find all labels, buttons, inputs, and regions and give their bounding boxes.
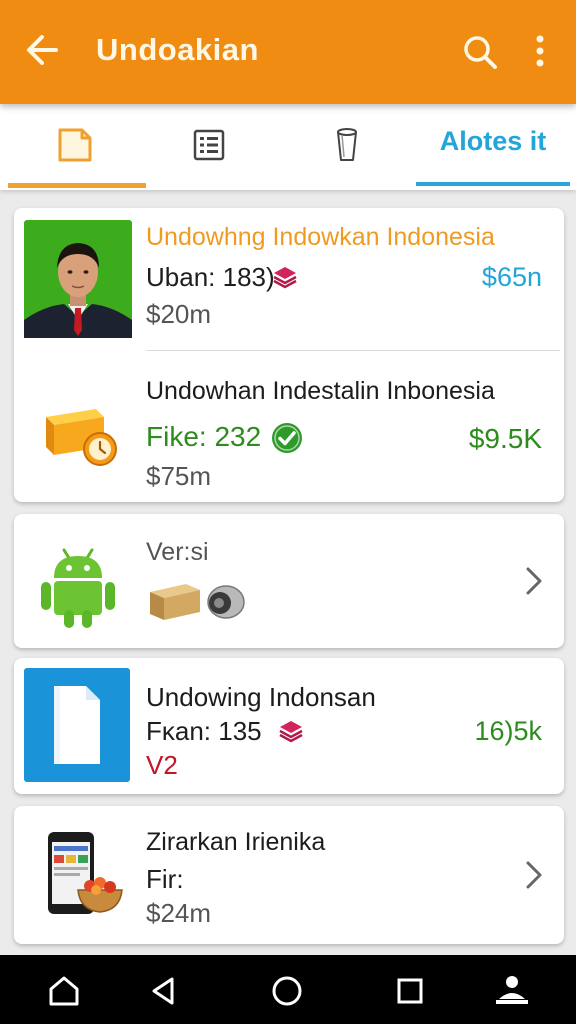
tab-cup[interactable] xyxy=(306,104,386,190)
list-item[interactable]: Ver:si xyxy=(14,514,564,648)
person-photo xyxy=(24,220,132,338)
app-title: Undoakian xyxy=(96,32,259,67)
item-amount: $65n xyxy=(481,262,542,292)
list-item[interactable]: Undowhan Indestalin Inbonesia Fike: 232 … xyxy=(14,351,564,501)
circle-home-icon[interactable] xyxy=(265,969,309,1013)
item-title: Undowing Indonsan xyxy=(146,682,376,712)
search-icon[interactable] xyxy=(458,30,502,74)
item-stat: Fκan: 135 xyxy=(146,716,262,746)
more-vertical-icon[interactable] xyxy=(524,30,556,74)
item-title: Undowhan Indestalin Inbonesia xyxy=(146,377,495,405)
item-amount: 16)5k xyxy=(474,716,542,746)
square-recents-icon[interactable] xyxy=(388,969,432,1013)
app-bar: Undoakian xyxy=(0,0,576,104)
item-price: $75m xyxy=(146,461,212,491)
item-amount: $9.5K xyxy=(468,423,542,454)
tab-indicator xyxy=(416,182,570,186)
tab-label: Alotes it xyxy=(439,126,547,156)
tab-list[interactable] xyxy=(170,104,250,190)
version-label: V2 xyxy=(146,750,178,780)
document-tile-image xyxy=(24,668,130,782)
document-icon xyxy=(58,128,92,162)
back-triangle-icon[interactable] xyxy=(142,969,186,1013)
item-title: Zirarkan Irienika xyxy=(146,828,326,856)
check-circle-icon xyxy=(272,423,302,453)
list-item[interactable]: Undowhng Indowkan Indonesia Uban: 183) $… xyxy=(14,208,564,350)
item-title: Ver:si xyxy=(146,538,209,566)
layers-icon xyxy=(273,267,297,289)
tab-selected-indicator xyxy=(8,183,146,188)
listing-card: Ver:si xyxy=(14,514,564,648)
arrow-left-icon[interactable] xyxy=(22,28,62,72)
chevron-right-icon[interactable] xyxy=(522,858,546,892)
list-grid-icon xyxy=(193,129,225,161)
item-title: Undowhng Indowkan Indonesia xyxy=(146,223,495,251)
chevron-right-icon[interactable] xyxy=(522,564,546,598)
listing-card: Zirarkan Irienika Fir: $24m xyxy=(14,806,564,944)
item-price: $24m xyxy=(146,898,212,928)
item-price: $20m xyxy=(146,299,212,329)
box-clock-image xyxy=(46,409,117,466)
list-item[interactable]: Zirarkan Irienika Fir: $24m xyxy=(14,806,564,944)
tab-alotes[interactable]: Alotes it xyxy=(416,104,570,190)
list-item[interactable]: Undowing Indonsan Fκan: 135 V2 16)5k xyxy=(14,658,564,794)
cup-icon xyxy=(337,128,357,161)
box-speaker-image xyxy=(150,584,245,620)
listing-card: Undowhng Indowkan Indonesia Uban: 183) $… xyxy=(14,208,564,502)
android-robot-icon xyxy=(41,548,115,628)
system-nav-bar xyxy=(0,955,576,1024)
item-stat: Fike: 232 xyxy=(146,421,262,452)
person-icon[interactable] xyxy=(490,969,534,1013)
phone-food-image xyxy=(48,832,123,914)
home-icon[interactable] xyxy=(42,969,86,1013)
listing-card: Undowing Indonsan Fκan: 135 V2 16)5k xyxy=(14,658,564,794)
item-stat: Uban: 183) xyxy=(146,262,275,292)
layers-icon xyxy=(279,721,303,743)
item-stat: Fir: xyxy=(146,864,184,894)
tab-bar: Alotes it xyxy=(0,104,576,190)
tab-documents[interactable] xyxy=(8,104,146,190)
